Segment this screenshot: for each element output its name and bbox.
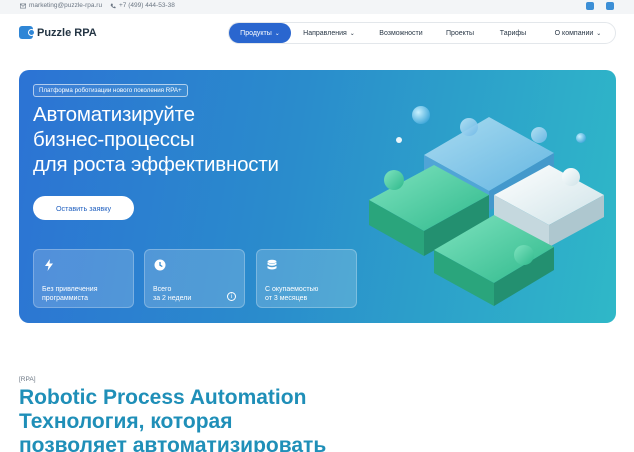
nav-item-pricing[interactable]: Тарифы xyxy=(485,23,541,43)
chevron-down-icon: ⌄ xyxy=(349,30,355,37)
clock-icon xyxy=(154,259,166,271)
nav-item-label: Возможности xyxy=(379,29,423,37)
hero-banner: Платформа роботизации нового поколения R… xyxy=(19,70,616,323)
feature-card-line: Всего xyxy=(153,286,172,293)
nav-item-about[interactable]: О компании ⌄ xyxy=(541,23,615,43)
platform-badge: Платформа роботизации нового поколения R… xyxy=(33,84,188,97)
telegram-icon[interactable] xyxy=(606,2,614,10)
email-contact[interactable]: marketing@puzzle-rpa.ru xyxy=(20,2,102,9)
rpa-section-title: Robotic Process Automation Технология, к… xyxy=(19,386,619,452)
nav-item-label: О компании xyxy=(554,29,594,37)
nav-item-directions[interactable]: Направления ⌄ xyxy=(291,23,367,43)
top-contact-bar: marketing@puzzle-rpa.ru +7 (499) 444-53-… xyxy=(0,0,634,14)
nav-item-projects[interactable]: Проекты xyxy=(435,23,485,43)
request-button[interactable]: Оставить заявку xyxy=(33,196,134,220)
nav-item-label: Продукты xyxy=(240,29,272,37)
hero-title: Автоматизируйте бизнес-процессы для рост… xyxy=(33,102,363,177)
info-icon[interactable]: i xyxy=(227,292,236,301)
puzzle-illustration xyxy=(369,106,604,306)
feature-card-line: программиста xyxy=(42,295,88,302)
feature-card-payback: С окупаемостью от 3 месяцев xyxy=(256,249,357,308)
feature-card-text: Без привлечения программиста xyxy=(42,285,98,303)
feature-card-text: С окупаемостью от 3 месяцев xyxy=(265,285,318,303)
hero-title-line: для роста эффективности xyxy=(33,153,279,176)
feature-card-line: Без привлечения xyxy=(42,286,98,293)
social-links xyxy=(586,2,614,10)
lightning-icon xyxy=(45,259,53,271)
feature-card-text: Всего за 2 недели xyxy=(153,285,191,303)
logo[interactable]: Puzzle RPA xyxy=(19,26,97,39)
nav-item-products[interactable]: Продукты ⌄ xyxy=(229,23,291,43)
email-text: marketing@puzzle-rpa.ru xyxy=(29,2,103,9)
chevron-down-icon: ⌄ xyxy=(274,30,280,37)
hero-title-line: бизнес-процессы xyxy=(33,128,195,151)
nav-item-label: Тарифы xyxy=(499,29,527,37)
nav-item-label: Направления xyxy=(303,29,347,37)
logo-text: Puzzle RPA xyxy=(37,26,97,39)
section-tag: [RPA] xyxy=(19,376,36,383)
phone-icon xyxy=(110,3,116,8)
feature-card-line: от 3 месяцев xyxy=(265,295,308,302)
site-header: Puzzle RPA Продукты ⌄ Направления ⌄ Возмож… xyxy=(0,14,634,52)
rpa-title-line: Robotic Process Automation xyxy=(19,386,307,409)
mail-icon xyxy=(20,3,26,8)
puzzle-logo-icon xyxy=(19,26,35,39)
vk-icon[interactable] xyxy=(586,2,594,10)
chevron-down-icon: ⌄ xyxy=(596,30,602,37)
rpa-title-line: позволяет автоматизировать xyxy=(19,434,327,452)
feature-card-line: С окупаемостью xyxy=(265,286,319,293)
nav-item-label: Проекты xyxy=(445,29,475,37)
hero-title-line: Автоматизируйте xyxy=(33,103,195,126)
feature-card-no-programmer: Без привлечения программиста xyxy=(33,249,134,308)
phone-contact[interactable]: +7 (499) 444-53-38 xyxy=(110,2,175,9)
phone-text: +7 (499) 444-53-38 xyxy=(119,2,175,9)
feature-card-line: за 2 недели xyxy=(153,295,192,302)
feature-card-two-weeks: Всего за 2 недели i xyxy=(144,249,245,308)
rpa-title-line: Технология, которая xyxy=(19,410,233,433)
nav-item-features[interactable]: Возможности xyxy=(367,23,435,43)
database-icon xyxy=(267,259,277,270)
main-nav: Продукты ⌄ Направления ⌄ Возможности Проек… xyxy=(228,22,616,44)
